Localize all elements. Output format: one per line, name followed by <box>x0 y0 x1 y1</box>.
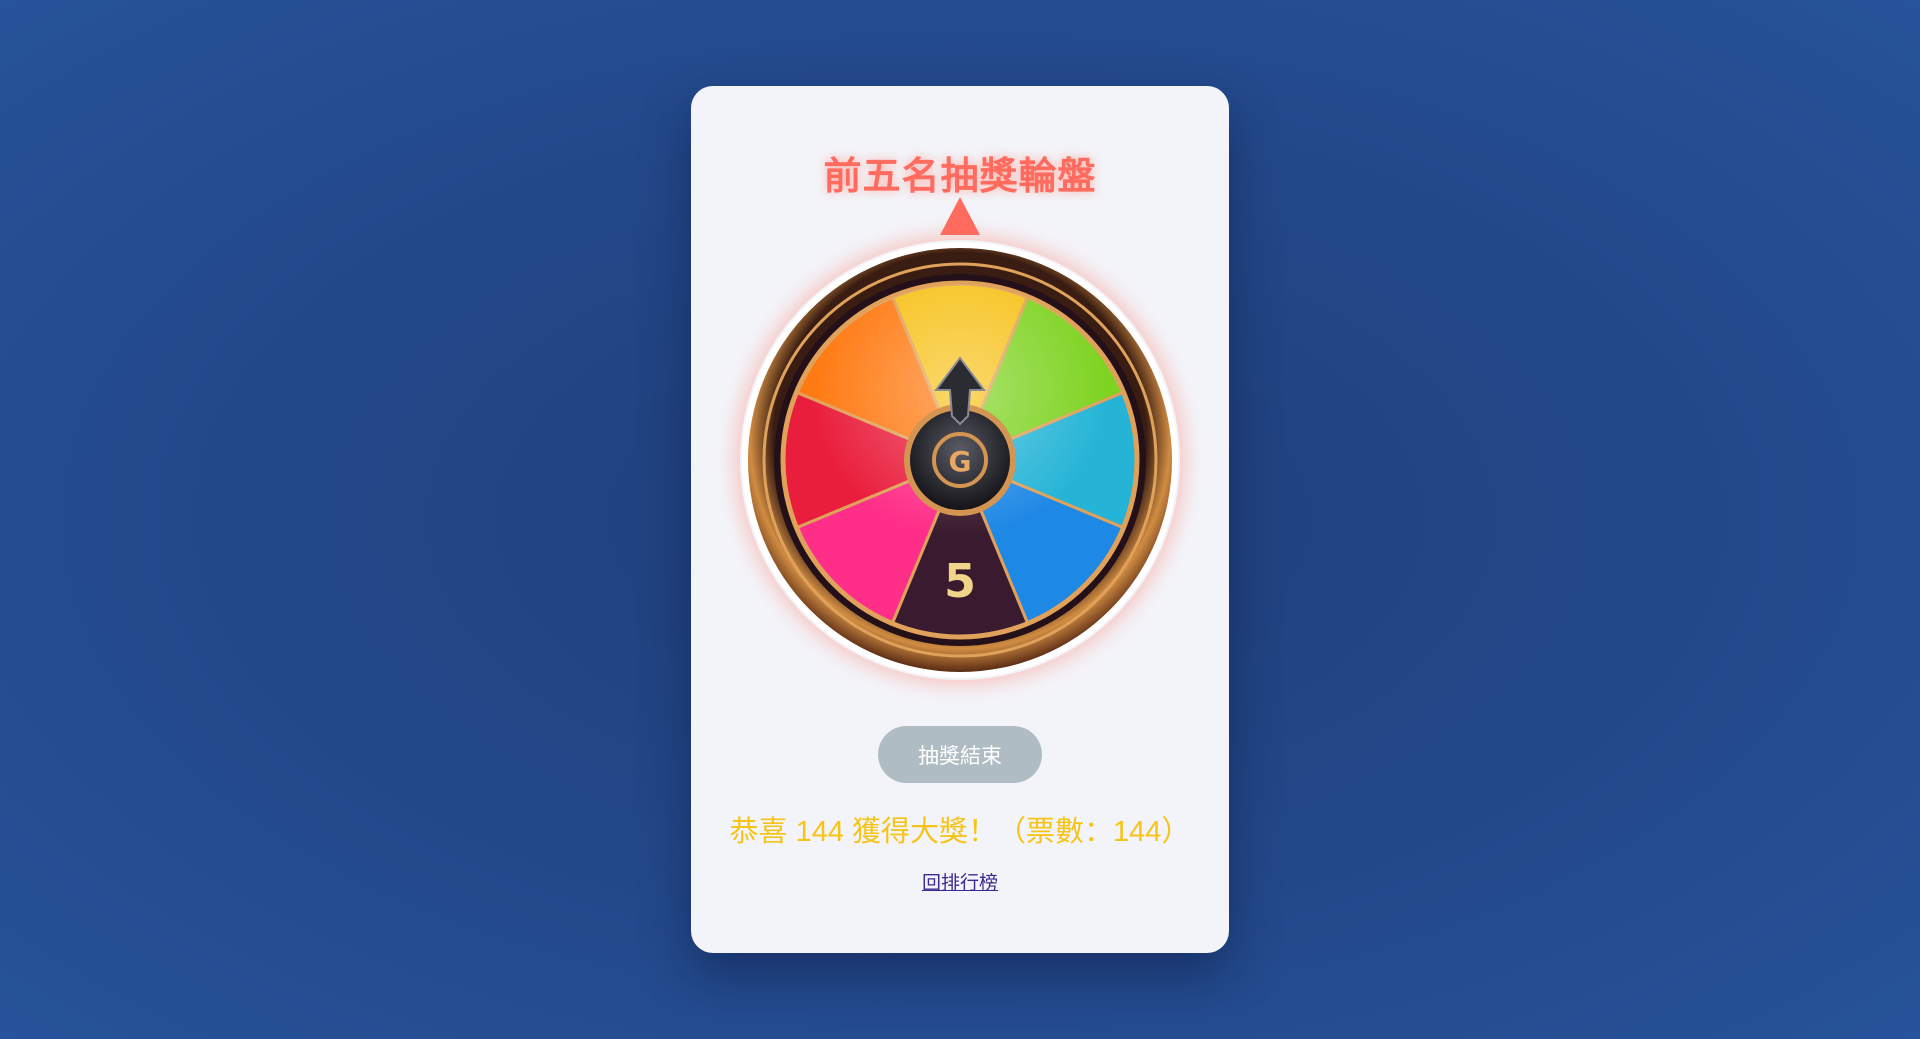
page-title: 前五名抽獎輪盤 <box>823 154 1097 198</box>
back-link-container: 回排行榜 <box>0 870 1920 896</box>
spin-button[interactable]: 抽獎結束 <box>878 726 1042 783</box>
prize-wheel: G 5 <box>740 240 1180 680</box>
triangle-pointer-icon <box>940 197 980 235</box>
wheel-graphic: G 5 <box>742 242 1178 678</box>
wheel-number: 5 <box>944 554 976 608</box>
hub-emblem: G <box>949 445 972 478</box>
result-message: 恭喜 144 獲得大獎！（票數：144） <box>729 816 1191 848</box>
back-to-leaderboard-link[interactable]: 回排行榜 <box>922 872 998 894</box>
